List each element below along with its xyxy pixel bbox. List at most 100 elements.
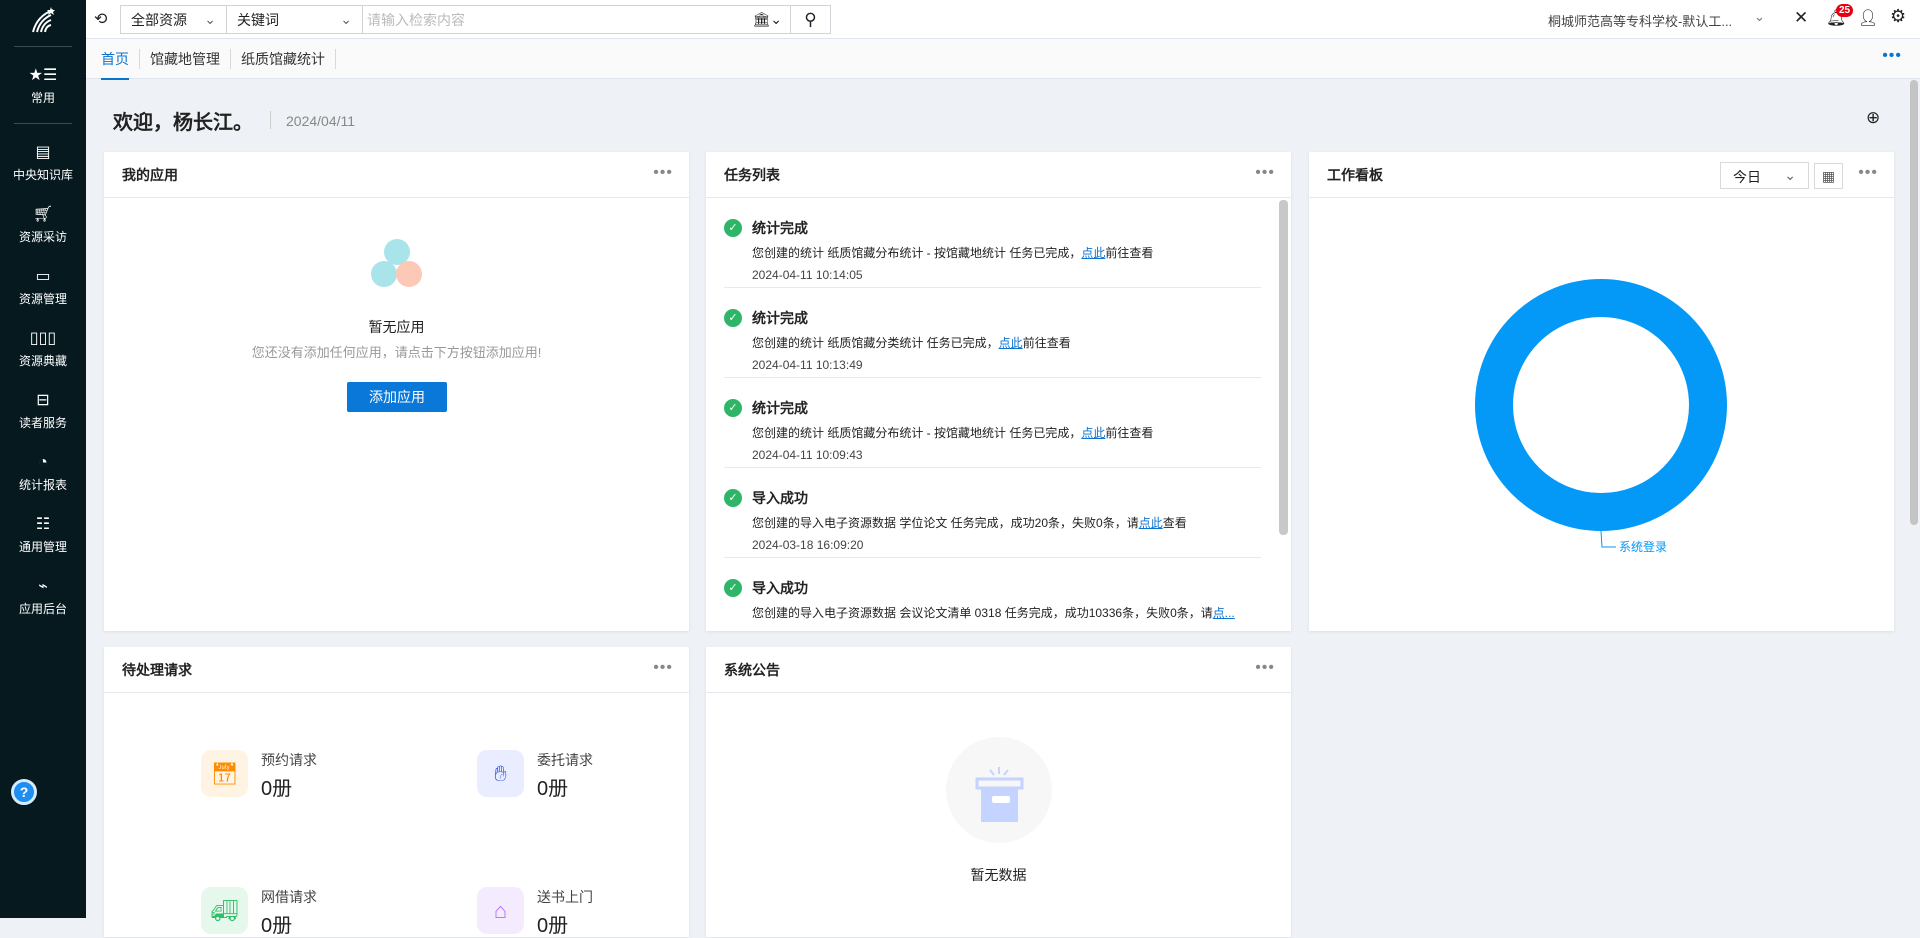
empty-apps-icon (371, 239, 422, 287)
online-borrow-request[interactable]: 🚚︎ 网借请求 0册 (201, 887, 401, 937)
more-icon[interactable]: ••• (1255, 164, 1275, 182)
period-select[interactable]: 今日 ⌄ (1720, 162, 1809, 189)
sidebar-item-label: 通用管理 (18, 539, 67, 554)
card-title: 系统公告 (706, 647, 1291, 693)
sidebar-item[interactable]: ▤ 中央知识库 (0, 132, 86, 194)
task-title: 导入成功 (752, 580, 808, 596)
page-scrollbar[interactable] (1910, 80, 1918, 525)
donut-slice[interactable] (1475, 279, 1727, 531)
hand-document-icon: ✋︎ (477, 750, 524, 797)
task-desc: 您创建的统计 纸质馆藏分类统计 任务已完成，点此前往查看 (752, 334, 1071, 351)
more-icon[interactable]: ••• (1858, 164, 1878, 182)
chevron-down-icon: ⌄ (1784, 167, 1796, 183)
task-item: ✓ 导入成功 您创建的导入电子资源数据 会议论文清单 0318 任务完成，成功103… (724, 558, 1261, 631)
sidebar-item[interactable]: ☷ 通用管理 (0, 504, 86, 566)
add-widget-icon[interactable]: ⊕ (1866, 108, 1880, 128)
check-circle-icon: ✓ (724, 309, 742, 327)
scope-select[interactable]: 全部资源 ⌄ (121, 6, 227, 33)
chevron-down-icon: ⌄ (204, 11, 216, 27)
card-title: 我的应用 (104, 152, 689, 198)
search-button[interactable]: ⚲ (790, 6, 830, 33)
more-icon[interactable]: ••• (653, 659, 673, 677)
check-circle-icon: ✓ (724, 399, 742, 417)
task-desc-text: 您创建的统计 纸质馆藏分布统计 - 按馆藏地统计 任务已完成， (752, 426, 1082, 440)
task-time: 2024-04-11 10:09:43 (752, 448, 863, 462)
date-divider (270, 111, 271, 129)
view-link[interactable]: 点此 (1081, 426, 1105, 440)
user-icon[interactable]: 👤︎ (1858, 8, 1878, 28)
view-link[interactable]: 点此 (1081, 246, 1105, 260)
task-title: 统计完成 (752, 220, 808, 236)
books-icon: ▯▯▯ (29, 329, 57, 347)
search-group: 全部资源 ⌄ 关键词 ⌄ 请输入检索内容 🏛⌄ ⚲ (120, 5, 831, 34)
logo[interactable] (0, 0, 86, 40)
card-title: 待处理请求 (104, 647, 689, 693)
check-circle-icon: ✓ (724, 489, 742, 507)
view-link[interactable]: 点此 (999, 336, 1023, 350)
request-count: 0册 (537, 778, 569, 800)
sidebar-item[interactable]: ◔ 统计报表 (0, 442, 86, 504)
gear-icon[interactable]: ⚙ (1890, 6, 1906, 27)
more-icon[interactable]: ••• (1255, 659, 1275, 677)
search-input[interactable]: 请输入检索内容 (363, 10, 744, 30)
view-link[interactable]: 点此 (1139, 516, 1163, 530)
tab[interactable]: 首页 (91, 48, 140, 80)
sidebar-item[interactable]: ▯▯▯ 资源典藏 (0, 318, 86, 380)
sidebar-item[interactable]: ⌁ 应用后台 (0, 566, 86, 628)
card-title: 任务列表 (706, 152, 1291, 198)
welcome-date: 2024/04/11 (286, 113, 356, 129)
request-label: 委托请求 (537, 752, 593, 768)
library-icon[interactable]: 🏛⌄ (744, 11, 790, 28)
label-leader-line (1600, 530, 1616, 548)
task-title: 统计完成 (752, 310, 808, 326)
task-desc-suffix: 前往查看 (1105, 246, 1154, 260)
top-bar: ⟲ 全部资源 ⌄ 关键词 ⌄ 请输入检索内容 🏛⌄ ⚲ 桐城师范高等专科学校-默认工… (86, 0, 1920, 39)
task-desc-suffix: 查看 (1162, 516, 1187, 530)
divider (14, 123, 72, 124)
task-desc-suffix: 前往查看 (1105, 426, 1154, 440)
advanced-search-icon[interactable]: ⟲ (94, 9, 107, 29)
truck-icon: 🚚︎ (201, 887, 248, 934)
task-desc: 您创建的统计 纸质馆藏分布统计 - 按馆藏地统计 任务已完成，点此前往查看 (752, 424, 1153, 441)
request-count: 0册 (261, 915, 293, 937)
task-desc-suffix: 前往查看 (1022, 336, 1071, 350)
view-link[interactable]: 点... (1213, 606, 1235, 620)
page-title: 欢迎，杨长江。 (113, 112, 253, 134)
sidebar-item[interactable]: ▭ 资源管理 (0, 256, 86, 318)
empty-text: 暂无数据 (970, 867, 1027, 883)
more-tabs-icon[interactable]: ••• (1882, 47, 1902, 65)
sidebar-item[interactable]: 🛒︎ 资源采访 (0, 194, 86, 256)
sidebar-item-label: 常用 (30, 90, 55, 105)
donut-chart: 系统登录 (1475, 279, 1727, 554)
empty-hint: 您还没有添加任何应用，请点击下方按钮添加应用! (251, 345, 542, 360)
task-title: 导入成功 (752, 490, 808, 506)
task-item: ✓ 统计完成 您创建的统计 纸质馆藏分类统计 任务已完成，点此前往查看 2024-04… (724, 288, 1261, 378)
help-icon[interactable]: ? (11, 779, 37, 805)
field-select[interactable]: 关键词 ⌄ (227, 6, 363, 33)
task-item: ✓ 统计完成 您创建的统计 纸质馆藏分布统计 - 按馆藏地统计 任务已完成，点此前往… (724, 378, 1261, 468)
window-icon: ▭ (35, 267, 51, 285)
system-notice-card: 系统公告 ••• 暂无数据 (706, 647, 1291, 937)
task-scrollbar[interactable] (1279, 200, 1288, 535)
add-app-button[interactable]: 添加应用 (347, 382, 447, 412)
task-list-card: 任务列表 ••• ✓ 统计完成 您创建的统计 纸质馆藏分布统计 - 按馆藏地统计 任… (706, 152, 1291, 631)
check-circle-icon: ✓ (724, 579, 742, 597)
chevron-down-icon: ⌄ (340, 11, 352, 27)
chevron-down-icon[interactable]: ⌄ (1754, 9, 1765, 25)
sidebar-item[interactable]: ★☰ 常用 (0, 55, 86, 117)
home-delivery-request[interactable]: ⌂ 送书上门 0册 (477, 887, 677, 937)
task-desc-text: 您创建的统计 纸质馆藏分布统计 - 按馆藏地统计 任务已完成， (752, 246, 1082, 260)
tools-icon[interactable]: ✕ (1794, 8, 1808, 28)
entrust-request[interactable]: ✋︎ 委托请求 0册 (477, 750, 677, 800)
pie-chart-icon: ◔ (38, 453, 48, 471)
sidebar-item[interactable]: ⊟ 读者服务 (0, 380, 86, 442)
tab[interactable]: 馆藏地管理 (140, 48, 231, 69)
period-value: 今日 (1733, 169, 1761, 185)
task-desc-text: 您创建的导入电子资源数据 学位论文 任务完成，成功20条，失败0条，请 (752, 516, 1139, 530)
table-view-button[interactable]: ▦ (1814, 163, 1843, 189)
request-count: 0册 (537, 915, 569, 937)
tab[interactable]: 纸质馆藏统计 (231, 48, 336, 69)
more-icon[interactable]: ••• (653, 164, 673, 182)
org-select[interactable]: 桐城师范高等专科学校-默认工... (1548, 11, 1732, 30)
reservation-request[interactable]: 📅︎ 预约请求 0册 (201, 750, 401, 800)
